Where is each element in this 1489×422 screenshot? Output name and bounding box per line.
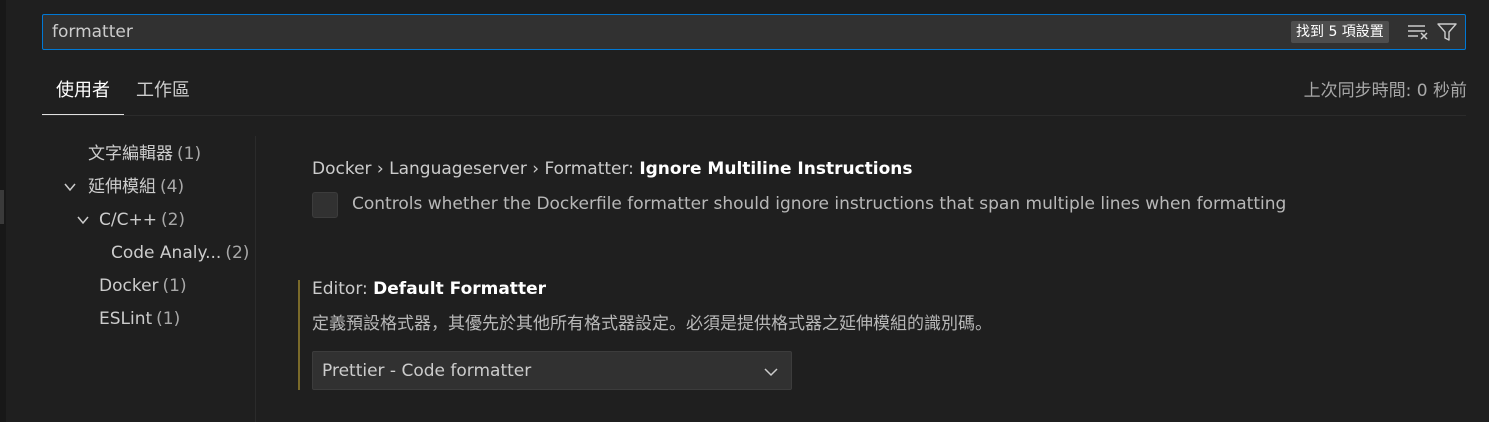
- setting-description: Controls whether the Dockerfile formatte…: [352, 194, 1287, 214]
- setting-category: Docker › Languageserver › Formatter:: [312, 159, 640, 179]
- chevron-down-icon[interactable]: [63, 180, 77, 194]
- tree-divider: [255, 136, 256, 422]
- settings-search-box[interactable]: 找到 5 項設置: [42, 14, 1466, 50]
- sync-status: 上次同步時間: 0 秒前: [1303, 81, 1467, 101]
- search-result-count: 找到 5 項設置: [1291, 21, 1389, 43]
- tree-item-count: (4): [160, 177, 185, 197]
- settings-editor: 找到 5 項設置 使用者 工作區 上次同步時間: 0 秒前 文字編輯器(1) 延: [0, 0, 1489, 422]
- tree-item-label: C/C++: [99, 210, 157, 230]
- select-value: Prettier - Code formatter: [322, 361, 532, 381]
- tree-item-label: 延伸模組: [88, 177, 156, 197]
- chevron-down-icon: [764, 368, 778, 377]
- tree-item-count: (1): [156, 309, 181, 329]
- modified-indicator: [298, 280, 300, 390]
- tree-item-count: (1): [162, 276, 187, 296]
- tree-item-extensions[interactable]: 延伸模組 (4): [88, 176, 184, 198]
- sash-marker: [0, 190, 4, 224]
- setting-key: Ignore Multiline Instructions: [639, 159, 913, 179]
- tree-item-code-analysis[interactable]: Code Analy... (2): [111, 242, 249, 264]
- clear-filter-icon[interactable]: [1407, 22, 1429, 42]
- tree-item-eslint[interactable]: ESLint (1): [99, 308, 180, 330]
- tree-item-cpp[interactable]: C/C++ (2): [99, 209, 185, 231]
- setting-key: Default Formatter: [373, 279, 546, 299]
- tree-item-count: (1): [177, 144, 202, 164]
- tree-item-count: (2): [160, 210, 186, 230]
- tree-item-label: ESLint: [99, 309, 153, 329]
- tree-item-label: Docker: [99, 276, 159, 296]
- tree-item-docker[interactable]: Docker (1): [99, 275, 187, 297]
- setting-description: 定義預設格式器，其優先於其他所有格式器設定。必須是提供格式器之延伸模組的識別碼。: [312, 314, 992, 334]
- filter-icon[interactable]: [1436, 22, 1458, 42]
- tree-item-count: (2): [225, 243, 250, 263]
- setting-title-docker-ignore-multiline: Docker › Languageserver › Formatter: Ign…: [312, 158, 913, 180]
- tree-item-label: 文字編輯器: [88, 144, 173, 164]
- default-formatter-select[interactable]: Prettier - Code formatter: [312, 351, 792, 390]
- setting-category: Editor:: [312, 279, 374, 299]
- ignore-multiline-checkbox[interactable]: [312, 192, 338, 218]
- chevron-down-icon[interactable]: [76, 213, 90, 227]
- tab-user[interactable]: 使用者: [42, 80, 124, 116]
- tabs-divider: [42, 115, 1466, 116]
- tree-item-label: Code Analy...: [111, 243, 222, 263]
- tree-item-text-editor[interactable]: 文字編輯器 (1): [88, 143, 201, 165]
- tab-workspace[interactable]: 工作區: [136, 80, 190, 110]
- setting-title-default-formatter: Editor: Default Formatter: [312, 278, 546, 300]
- search-input[interactable]: [43, 15, 1273, 49]
